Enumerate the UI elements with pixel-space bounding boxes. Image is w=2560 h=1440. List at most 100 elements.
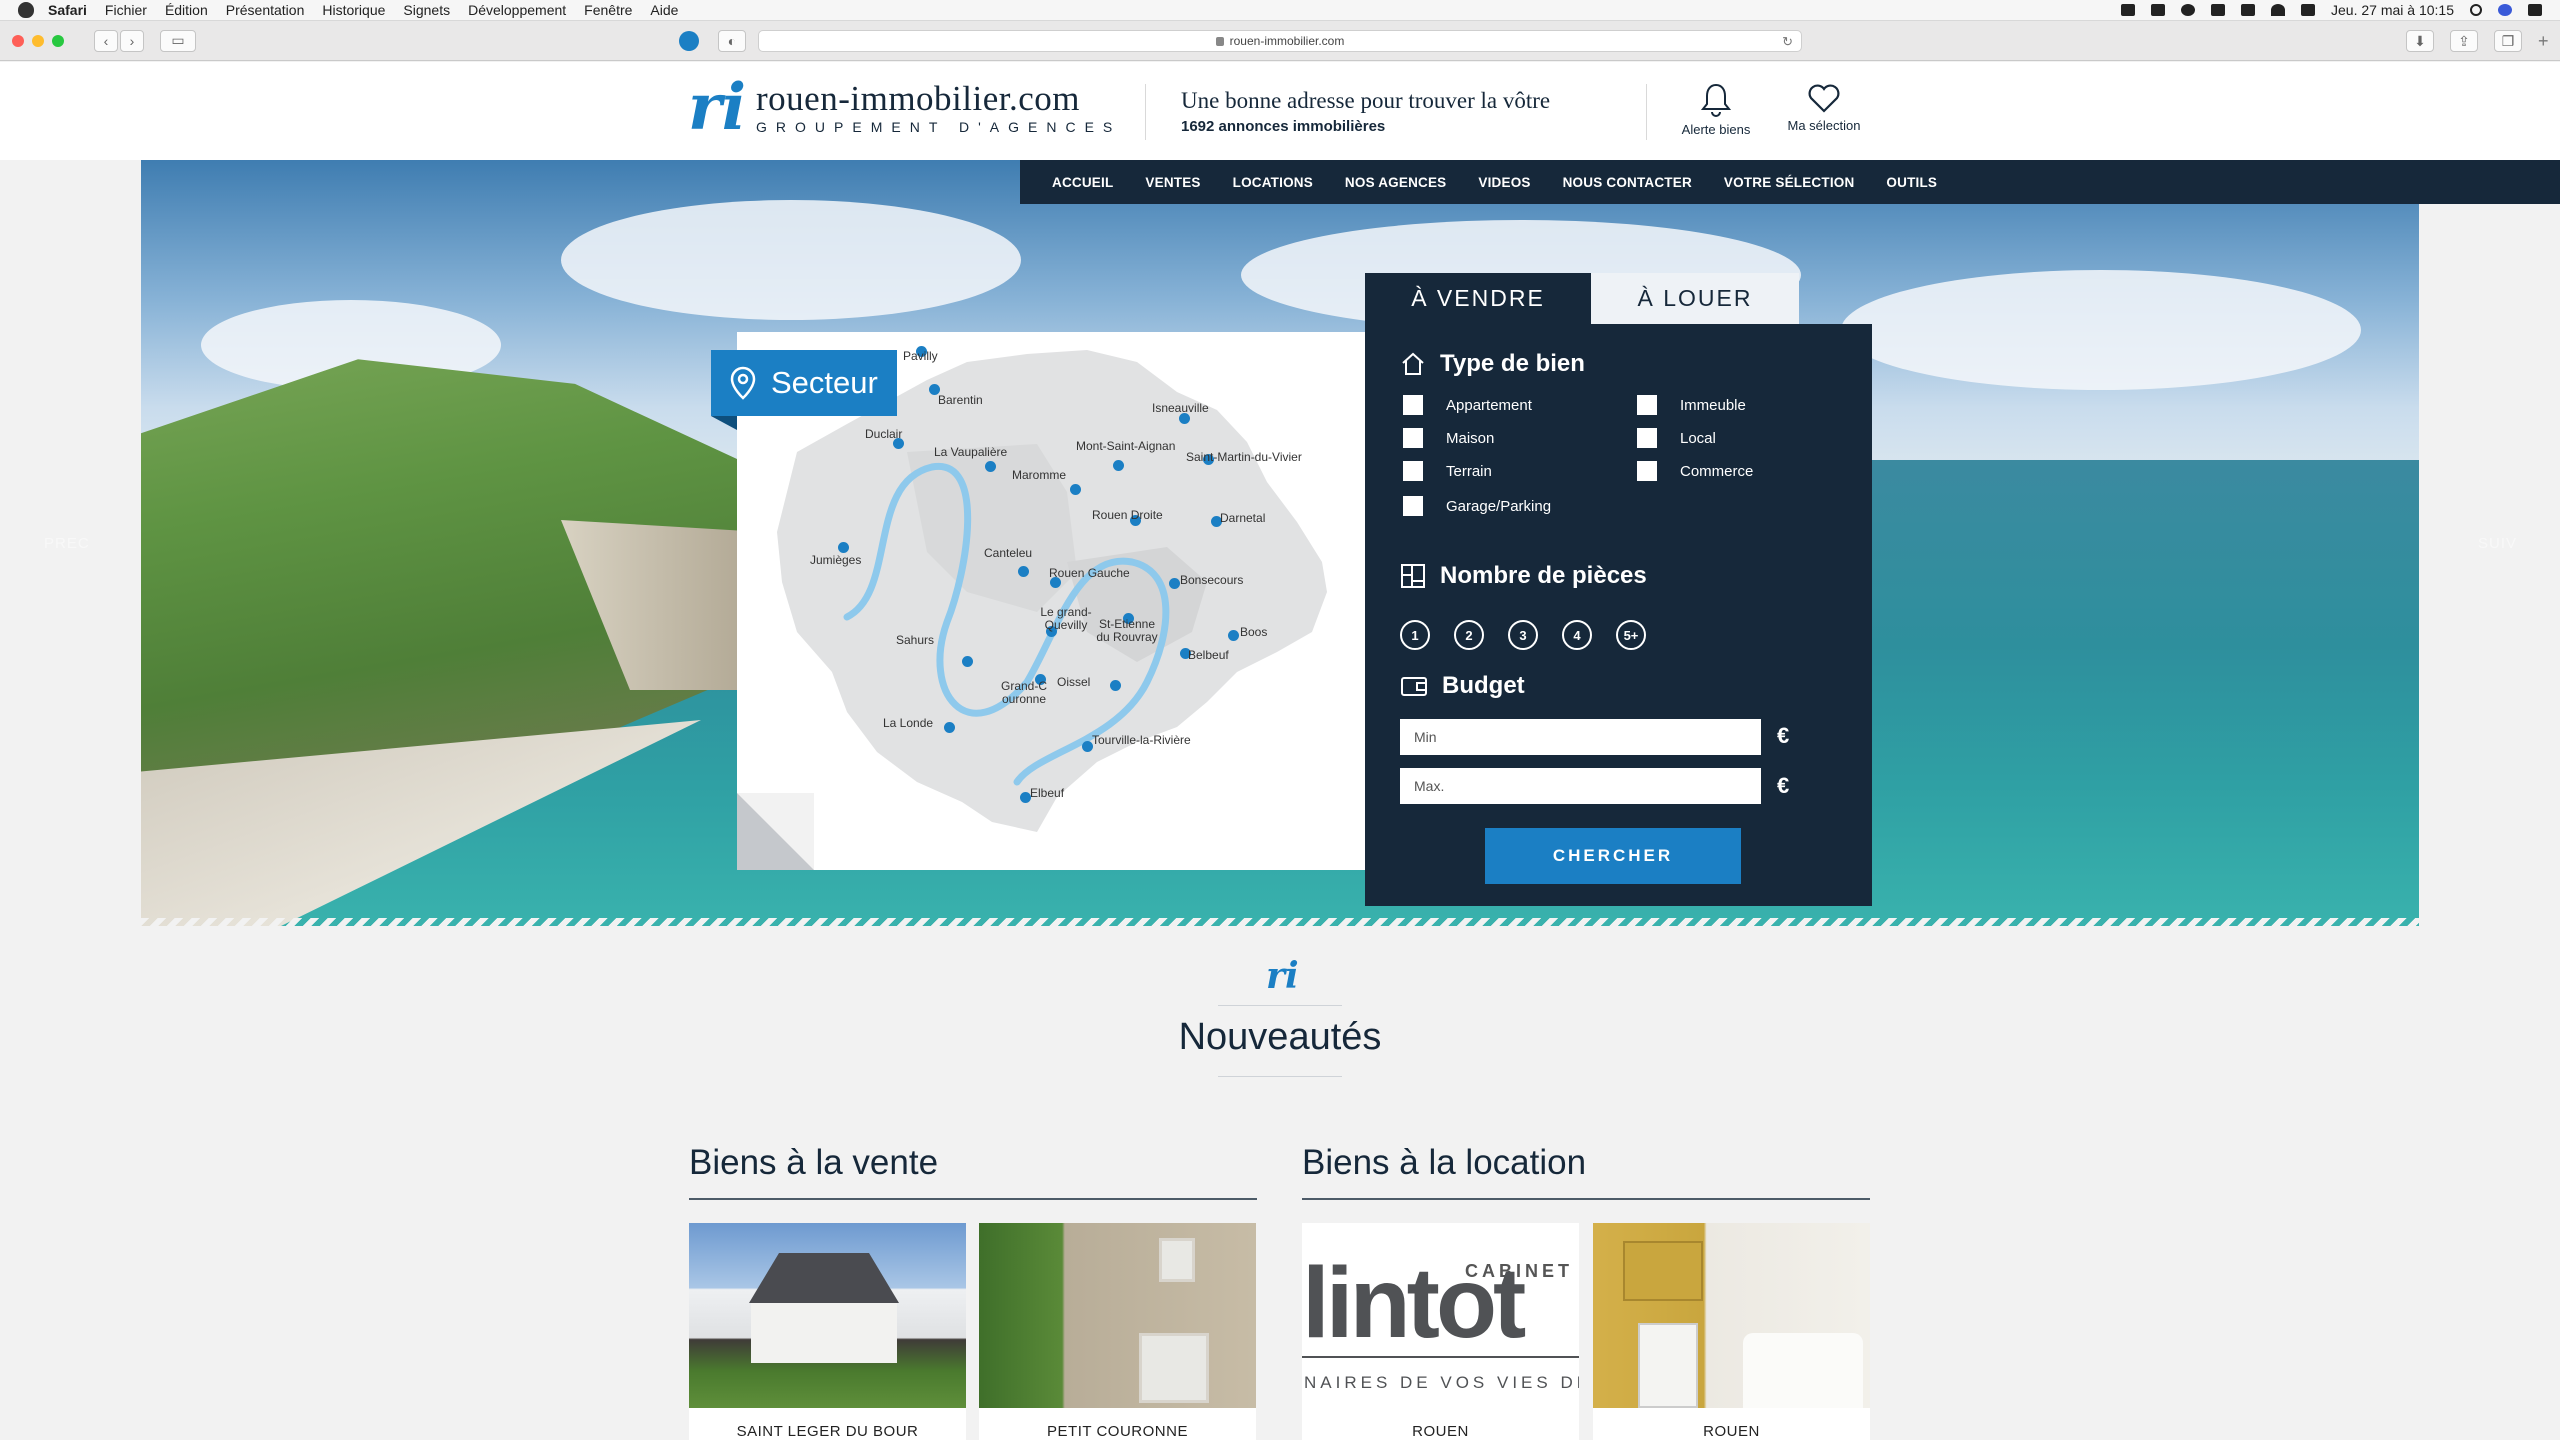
map-place-dot[interactable] [962,656,973,667]
map-place-label[interactable]: Le grand-Quevilly [1031,606,1101,632]
map-place-dot[interactable] [1110,680,1121,691]
search-button[interactable]: CHERCHER [1485,828,1741,884]
nav-ventes[interactable]: VENTES [1145,175,1200,190]
map-place-label[interactable]: Duclair [865,427,902,441]
minimize-window-button[interactable] [32,34,44,47]
map-place-label[interactable]: Canteleu [984,546,1032,560]
reload-icon[interactable]: ↻ [1782,34,1793,50]
privacy-report-button[interactable]: ◐ [718,30,746,52]
checkbox-immeuble[interactable]: Immeuble [1637,395,1746,415]
menu-fenetre[interactable]: Fenêtre [584,2,632,18]
map-place-label[interactable]: Pavilly [903,349,938,363]
rooms-option-1[interactable]: 1 [1400,620,1430,650]
budget-min-input[interactable]: Min [1400,719,1761,755]
rooms-option-3[interactable]: 3 [1508,620,1538,650]
checkbox-garage-parking[interactable]: Garage/Parking [1403,496,1551,516]
map-place-label[interactable]: Bonsecours [1180,573,1243,587]
map-place-label[interactable]: St-Etienne du Rouvray [1092,618,1162,644]
nav-outils[interactable]: OUTILS [1886,175,1937,190]
rooms-option-2[interactable]: 2 [1454,620,1484,650]
forward-button[interactable]: › [120,29,144,52]
airplay-icon[interactable] [2301,4,2316,16]
nav-videos[interactable]: VIDEOS [1478,175,1530,190]
map-place-label[interactable]: Rouen Gauche [1049,566,1130,580]
menu-signets[interactable]: Signets [403,2,450,18]
map-place-dot[interactable] [838,542,849,553]
share-button[interactable]: ⇪ [2450,30,2478,52]
map-place-label[interactable]: Rouen Droite [1092,508,1163,522]
checkbox-terrain[interactable]: Terrain [1403,461,1492,481]
map-place-label[interactable]: Boos [1240,625,1267,639]
map-place-label[interactable]: Isneauville [1152,401,1209,415]
checkbox-box[interactable] [1637,461,1657,481]
menu-developpement[interactable]: Développement [468,2,566,18]
menu-edition[interactable]: Édition [165,2,208,18]
tab-buy[interactable]: À VENDRE [1365,273,1591,324]
map-place-dot[interactable] [1018,566,1029,577]
map-place-label[interactable]: Oissel [1057,675,1090,689]
map-place-dot[interactable] [985,461,996,472]
checkbox-commerce[interactable]: Commerce [1637,461,1753,481]
menu-aide[interactable]: Aide [650,2,678,18]
zoom-window-button[interactable] [52,34,64,47]
checkbox-box[interactable] [1403,428,1423,448]
rooms-option-5plus[interactable]: 5+ [1616,620,1646,650]
map-place-dot[interactable] [1070,484,1081,495]
address-bar[interactable]: rouen-immobilier.com ↻ [758,30,1802,52]
property-photo[interactable]: CABINET lintot NAIRES DE VOS VIES DEPUIS [1302,1223,1579,1408]
checkbox-box[interactable] [1403,395,1423,415]
checkbox-maison[interactable]: Maison [1403,428,1494,448]
close-window-button[interactable] [12,34,24,47]
property-card[interactable]: CABINET lintot NAIRES DE VOS VIES DEPUIS… [1302,1223,1579,1440]
checkbox-local[interactable]: Local [1637,428,1716,448]
tabs-overview-button[interactable]: ❐ [2494,30,2522,52]
checkbox-box[interactable] [1637,428,1657,448]
nav-nous-contacter[interactable]: NOUS CONTACTER [1563,175,1692,190]
extension-icon[interactable] [679,31,699,51]
checkbox-appartement[interactable]: Appartement [1403,395,1532,415]
tab-rent[interactable]: À LOUER [1591,273,1799,324]
status-icon[interactable] [2151,4,2166,16]
property-card[interactable]: ROUEN [1593,1223,1870,1440]
back-button[interactable]: ‹ [94,29,118,52]
map-place-label[interactable]: Barentin [938,393,983,407]
wifi-icon[interactable] [2271,4,2286,16]
budget-max-input[interactable]: Max. [1400,768,1761,804]
map-place-dot[interactable] [1113,460,1124,471]
sidebar-toggle-button[interactable]: ▭ [160,29,196,52]
menu-historique[interactable]: Historique [322,2,385,18]
site-logo[interactable]: ri rouen-immobilier.com GROUPEMENT D'AGE… [688,76,1121,140]
property-card[interactable]: PETIT COURONNE [979,1223,1256,1440]
carousel-prev-button[interactable]: PREC [44,535,90,552]
nav-locations[interactable]: LOCATIONS [1233,175,1313,190]
map-place-label[interactable]: Grand-Couronne [998,680,1050,706]
map-place-label[interactable]: Elbeuf [1030,786,1064,800]
rooms-option-4[interactable]: 4 [1562,620,1592,650]
map-place-label[interactable]: Tourville-la-Rivière [1092,733,1191,747]
notification-center-icon[interactable] [2528,4,2542,16]
status-icon[interactable] [2121,4,2136,16]
map-place-label[interactable]: Jumièges [810,553,861,567]
map-place-label[interactable]: Saint-Martin-du-Vivier [1186,450,1302,464]
nav-votre-selection[interactable]: VOTRE SÉLECTION [1724,175,1855,190]
map-place-label[interactable]: Maromme [1012,468,1066,482]
map-place-dot[interactable] [1228,630,1239,641]
nav-accueil[interactable]: ACCUEIL [1052,175,1113,190]
checkbox-box[interactable] [1637,395,1657,415]
checkbox-box[interactable] [1403,461,1423,481]
nav-nos-agences[interactable]: NOS AGENCES [1345,175,1446,190]
time-machine-icon[interactable] [2181,4,2196,16]
apple-icon[interactable] [18,2,34,18]
carousel-next-button[interactable]: SUIV [2478,535,2517,552]
map-place-label[interactable]: La Londe [883,716,933,730]
selection-button[interactable]: Ma sélection [1784,82,1864,133]
alert-button[interactable]: Alerte biens [1678,82,1754,137]
battery-icon[interactable] [2241,4,2256,16]
property-photo[interactable] [979,1223,1256,1408]
property-photo[interactable] [689,1223,966,1408]
downloads-button[interactable]: ⬇ [2406,30,2434,52]
map-place-label[interactable]: La Vaupalière [934,445,1007,459]
map-place-dot[interactable] [944,722,955,733]
spotlight-icon[interactable] [2470,4,2482,16]
menu-fichier[interactable]: Fichier [105,2,147,18]
